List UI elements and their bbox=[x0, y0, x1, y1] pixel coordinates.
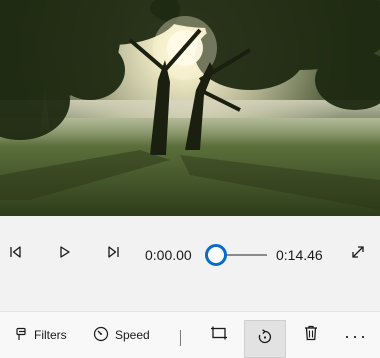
filters-button[interactable]: Filters bbox=[14, 320, 67, 350]
expand-icon bbox=[351, 245, 365, 264]
current-time: 0:00.00 bbox=[145, 247, 192, 263]
speed-icon bbox=[93, 326, 109, 345]
crop-icon bbox=[210, 326, 228, 345]
previous-frame-button[interactable] bbox=[0, 238, 32, 270]
play-icon bbox=[58, 245, 72, 264]
fullscreen-button[interactable] bbox=[342, 238, 374, 270]
toolbar-separator bbox=[180, 330, 181, 346]
next-frame-icon bbox=[106, 245, 120, 264]
speed-button[interactable]: Speed bbox=[93, 320, 150, 350]
play-button[interactable] bbox=[49, 238, 81, 270]
playback-controls: 0:00.00 0:14.46 bbox=[0, 216, 380, 311]
seek-thumb[interactable] bbox=[205, 244, 227, 266]
filters-icon bbox=[14, 327, 28, 344]
crop-button[interactable] bbox=[203, 320, 235, 350]
speed-label: Speed bbox=[115, 328, 150, 342]
edit-toolbar: Filters Speed ··· bbox=[0, 312, 380, 358]
filters-label: Filters bbox=[34, 328, 67, 342]
delete-button[interactable] bbox=[295, 320, 327, 350]
next-frame-button[interactable] bbox=[97, 238, 129, 270]
total-time: 0:14.46 bbox=[276, 247, 323, 263]
forest-sunrise-image bbox=[0, 0, 380, 216]
rotate-icon bbox=[257, 328, 273, 350]
previous-frame-icon bbox=[9, 245, 23, 264]
seek-slider[interactable] bbox=[205, 244, 267, 266]
video-preview[interactable] bbox=[0, 0, 380, 216]
rotate-button[interactable] bbox=[244, 320, 286, 358]
more-options-button[interactable]: ··· bbox=[344, 326, 368, 347]
trash-icon bbox=[304, 325, 318, 346]
